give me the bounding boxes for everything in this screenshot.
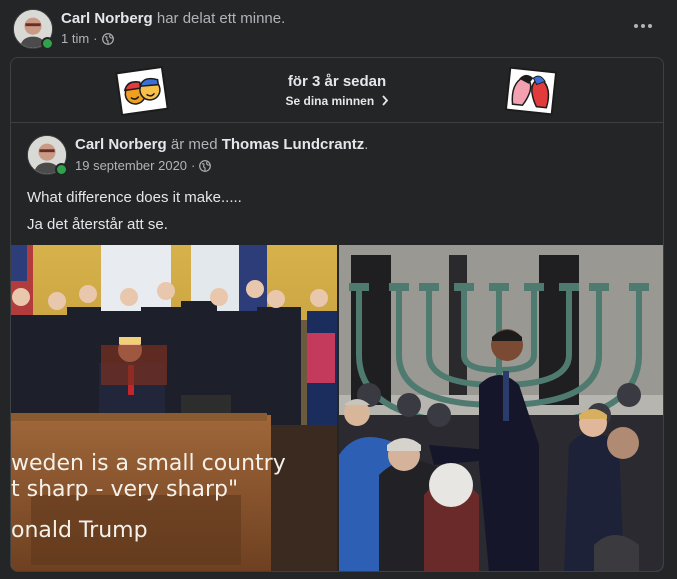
original-author-name-link[interactable]: Carl Norberg — [75, 136, 167, 153]
period: . — [364, 136, 369, 153]
post-timestamp-link[interactable]: 1 tim — [61, 31, 89, 46]
tagged-person-link[interactable]: Thomas Lundcrantz — [222, 136, 365, 153]
photo-caption-line: t sharp - very sharp" — [11, 477, 239, 502]
see-memories-label: Se dina minnen — [285, 94, 375, 108]
post-text-line: What difference does it make..... — [27, 189, 242, 206]
more-options-button[interactable] — [628, 15, 658, 37]
kiss-sticker-icon — [504, 66, 558, 116]
globe-icon[interactable] — [101, 32, 114, 45]
memory-banner[interactable]: för 3 år sedan Se dina minnen — [11, 58, 663, 123]
chevron-right-icon — [381, 95, 388, 106]
original-post-header: Carl Norberg är med Thomas Lundcrantz. — [75, 136, 368, 153]
globe-icon[interactable] — [199, 159, 212, 172]
online-status-dot — [41, 37, 54, 50]
post-action-text: har delat ett minne. — [156, 10, 286, 27]
post-text-line: Ja det återstår att se. — [27, 216, 168, 233]
meta-separator: · — [93, 31, 98, 46]
author-name-link[interactable]: Carl Norberg — [61, 10, 153, 27]
memory-card: för 3 år sedan Se dina minnen Carl Norbe… — [10, 57, 664, 572]
more-horizontal-icon — [641, 24, 645, 28]
see-memories-link[interactable]: Se dina minnen — [11, 94, 663, 108]
photo-oval-office[interactable]: weden is a small country t sharp - very … — [11, 245, 337, 571]
photo-caption-line: onald Trump — [11, 518, 148, 543]
meta-separator: · — [191, 158, 196, 173]
menorah-event-photo-image — [339, 245, 663, 571]
original-post-meta: 19 september 2020 · — [75, 158, 212, 173]
more-horizontal-icon — [648, 24, 652, 28]
original-post-date-link[interactable]: 19 september 2020 — [75, 158, 187, 173]
post-meta: 1 tim · — [61, 31, 114, 46]
more-horizontal-icon — [634, 24, 638, 28]
photo-grid: weden is a small country t sharp - very … — [11, 245, 663, 571]
post-header-text: Carl Norberg har delat ett minne. — [61, 10, 285, 27]
memory-title: för 3 år sedan — [287, 73, 387, 90]
photo-caption-line: weden is a small country — [11, 451, 286, 476]
online-status-dot — [55, 163, 68, 176]
with-text: är med — [170, 136, 218, 153]
photo-menorah-event[interactable] — [339, 245, 663, 571]
